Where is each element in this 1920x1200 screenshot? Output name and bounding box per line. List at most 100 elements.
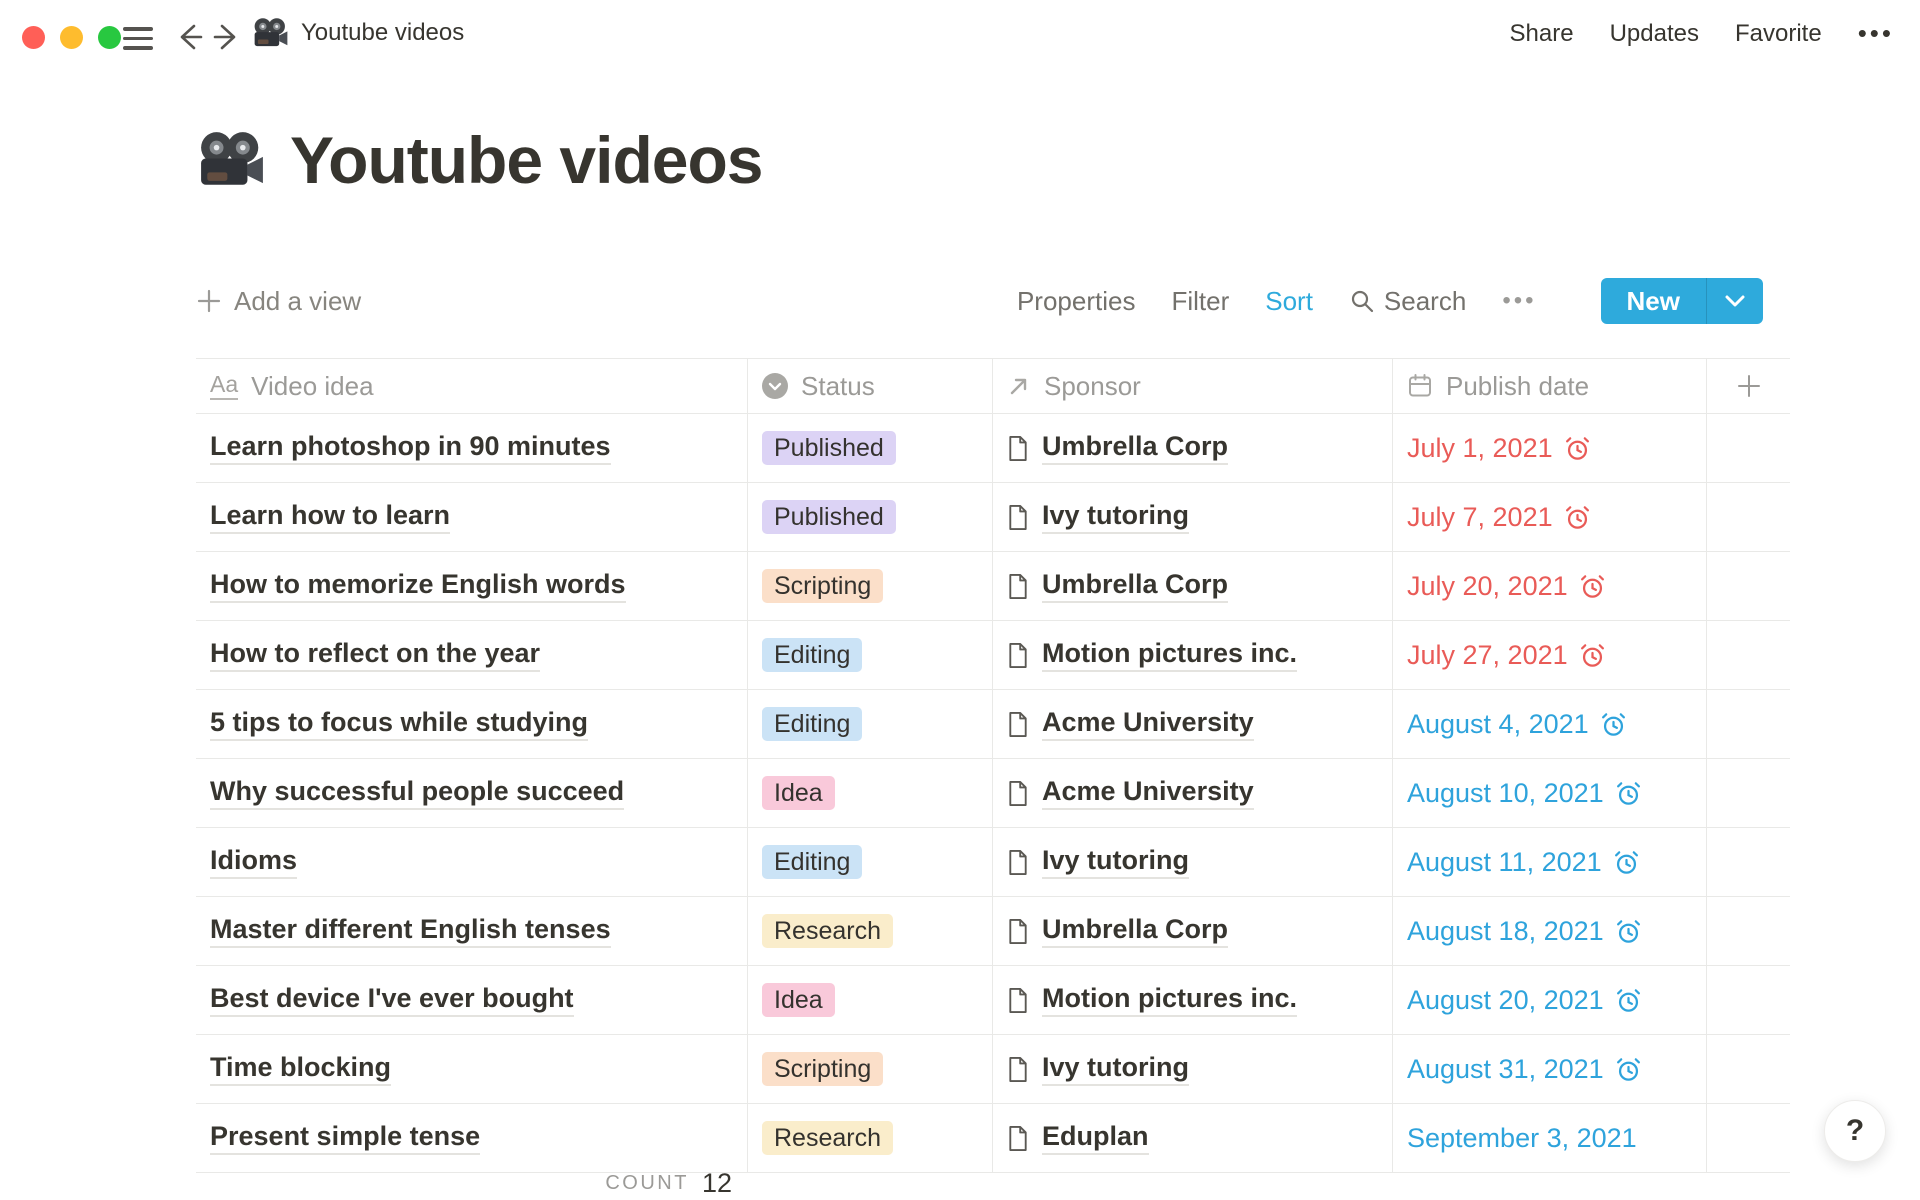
sponsor-cell[interactable]: Motion pictures inc. <box>993 621 1393 689</box>
sponsor-cell[interactable]: Ivy tutoring <box>993 828 1393 896</box>
sort-button[interactable]: Sort <box>1265 286 1313 317</box>
status-cell[interactable]: Published <box>748 483 993 551</box>
sidebar-toggle-icon[interactable] <box>123 27 153 50</box>
add-view-button[interactable]: Add a view <box>196 286 361 317</box>
video-idea-cell[interactable]: Time blocking <box>196 1035 748 1103</box>
status-badge[interactable]: Editing <box>762 845 862 879</box>
publish-date-cell[interactable]: September 3, 2021 <box>1393 1104 1707 1172</box>
status-badge[interactable]: Scripting <box>762 569 883 603</box>
publish-date-cell[interactable]: August 4, 2021 <box>1393 690 1707 758</box>
video-idea-cell[interactable]: Why successful people succeed <box>196 759 748 827</box>
column-header-video-idea[interactable]: Aa Video idea <box>196 359 748 413</box>
publish-date-cell[interactable]: August 11, 2021 <box>1393 828 1707 896</box>
sponsor-cell[interactable]: Ivy tutoring <box>993 1035 1393 1103</box>
minimize-window-button[interactable] <box>60 26 83 49</box>
add-column-button[interactable] <box>1707 359 1790 413</box>
more-options-icon[interactable]: ••• <box>1858 18 1894 49</box>
column-calculation[interactable]: COUNT 12 <box>196 1161 748 1200</box>
video-idea-title[interactable]: Present simple tense <box>210 1121 480 1155</box>
status-badge[interactable]: Editing <box>762 707 862 741</box>
sponsor-link[interactable]: Umbrella Corp <box>1042 569 1228 603</box>
publish-date-cell[interactable]: August 10, 2021 <box>1393 759 1707 827</box>
status-badge[interactable]: Idea <box>762 983 835 1017</box>
status-cell[interactable]: Scripting <box>748 552 993 620</box>
help-button[interactable]: ? <box>1824 1100 1886 1162</box>
status-cell[interactable]: Scripting <box>748 1035 993 1103</box>
sponsor-cell[interactable]: Umbrella Corp <box>993 897 1393 965</box>
publish-date-cell[interactable]: August 20, 2021 <box>1393 966 1707 1034</box>
publish-date-cell[interactable]: August 31, 2021 <box>1393 1035 1707 1103</box>
video-idea-title[interactable]: Time blocking <box>210 1052 391 1086</box>
status-badge[interactable]: Scripting <box>762 1052 883 1086</box>
status-badge[interactable]: Research <box>762 1121 893 1155</box>
sponsor-cell[interactable]: Eduplan <box>993 1104 1393 1172</box>
sponsor-cell[interactable]: Umbrella Corp <box>993 414 1393 482</box>
sponsor-link[interactable]: Ivy tutoring <box>1042 500 1189 534</box>
page-movie-camera-icon[interactable] <box>198 130 266 190</box>
publish-date-cell[interactable]: July 27, 2021 <box>1393 621 1707 689</box>
view-more-icon[interactable]: ••• <box>1502 287 1536 315</box>
status-cell[interactable]: Research <box>748 897 993 965</box>
publish-date-cell[interactable]: July 1, 2021 <box>1393 414 1707 482</box>
sponsor-cell[interactable]: Acme University <box>993 759 1393 827</box>
sponsor-cell[interactable]: Motion pictures inc. <box>993 966 1393 1034</box>
publish-date-cell[interactable]: July 7, 2021 <box>1393 483 1707 551</box>
sponsor-link[interactable]: Motion pictures inc. <box>1042 983 1297 1017</box>
status-badge[interactable]: Published <box>762 500 896 534</box>
column-header-sponsor[interactable]: Sponsor <box>993 359 1393 413</box>
video-idea-title[interactable]: How to memorize English words <box>210 569 626 603</box>
video-idea-cell[interactable]: Master different English tenses <box>196 897 748 965</box>
share-button[interactable]: Share <box>1510 20 1574 48</box>
column-header-publish-date[interactable]: Publish date <box>1393 359 1707 413</box>
breadcrumb-title[interactable]: Youtube videos <box>301 19 464 47</box>
status-cell[interactable]: Idea <box>748 966 993 1034</box>
video-idea-cell[interactable]: How to memorize English words <box>196 552 748 620</box>
video-idea-title[interactable]: Why successful people succeed <box>210 776 624 810</box>
video-idea-title[interactable]: 5 tips to focus while studying <box>210 707 588 741</box>
sponsor-link[interactable]: Umbrella Corp <box>1042 431 1228 465</box>
status-cell[interactable]: Idea <box>748 759 993 827</box>
filter-button[interactable]: Filter <box>1171 286 1229 317</box>
publish-date-cell[interactable]: July 20, 2021 <box>1393 552 1707 620</box>
status-cell[interactable]: Editing <box>748 690 993 758</box>
video-idea-title[interactable]: Idioms <box>210 845 297 879</box>
search-button[interactable]: Search <box>1349 286 1466 317</box>
sponsor-link[interactable]: Ivy tutoring <box>1042 845 1189 879</box>
sponsor-cell[interactable]: Umbrella Corp <box>993 552 1393 620</box>
sponsor-link[interactable]: Umbrella Corp <box>1042 914 1228 948</box>
video-idea-title[interactable]: How to reflect on the year <box>210 638 540 672</box>
sponsor-link[interactable]: Motion pictures inc. <box>1042 638 1297 672</box>
publish-date-cell[interactable]: August 18, 2021 <box>1393 897 1707 965</box>
forward-arrow-icon[interactable] <box>212 22 242 52</box>
column-header-status[interactable]: Status <box>748 359 993 413</box>
status-badge[interactable]: Idea <box>762 776 835 810</box>
page-title[interactable]: Youtube videos <box>290 122 763 198</box>
sponsor-link[interactable]: Acme University <box>1042 776 1254 810</box>
sponsor-cell[interactable]: Acme University <box>993 690 1393 758</box>
sponsor-link[interactable]: Ivy tutoring <box>1042 1052 1189 1086</box>
video-idea-cell[interactable]: Best device I've ever bought <box>196 966 748 1034</box>
status-cell[interactable]: Published <box>748 414 993 482</box>
video-idea-title[interactable]: Learn photoshop in 90 minutes <box>210 431 611 465</box>
status-badge[interactable]: Published <box>762 431 896 465</box>
sponsor-cell[interactable]: Ivy tutoring <box>993 483 1393 551</box>
sponsor-link[interactable]: Eduplan <box>1042 1121 1149 1155</box>
status-cell[interactable]: Research <box>748 1104 993 1172</box>
status-badge[interactable]: Research <box>762 914 893 948</box>
video-idea-title[interactable]: Best device I've ever bought <box>210 983 574 1017</box>
video-idea-cell[interactable]: Learn photoshop in 90 minutes <box>196 414 748 482</box>
new-dropdown-button[interactable] <box>1706 278 1763 324</box>
favorite-button[interactable]: Favorite <box>1735 20 1822 48</box>
video-idea-title[interactable]: Learn how to learn <box>210 500 450 534</box>
video-idea-cell[interactable]: How to reflect on the year <box>196 621 748 689</box>
breadcrumb[interactable]: Youtube videos <box>253 17 464 49</box>
properties-button[interactable]: Properties <box>1017 286 1136 317</box>
zoom-window-button[interactable] <box>98 26 121 49</box>
back-arrow-icon[interactable] <box>174 22 204 52</box>
close-window-button[interactable] <box>22 26 45 49</box>
status-cell[interactable]: Editing <box>748 828 993 896</box>
status-cell[interactable]: Editing <box>748 621 993 689</box>
video-idea-cell[interactable]: Idioms <box>196 828 748 896</box>
status-badge[interactable]: Editing <box>762 638 862 672</box>
new-button[interactable]: New <box>1601 278 1706 324</box>
